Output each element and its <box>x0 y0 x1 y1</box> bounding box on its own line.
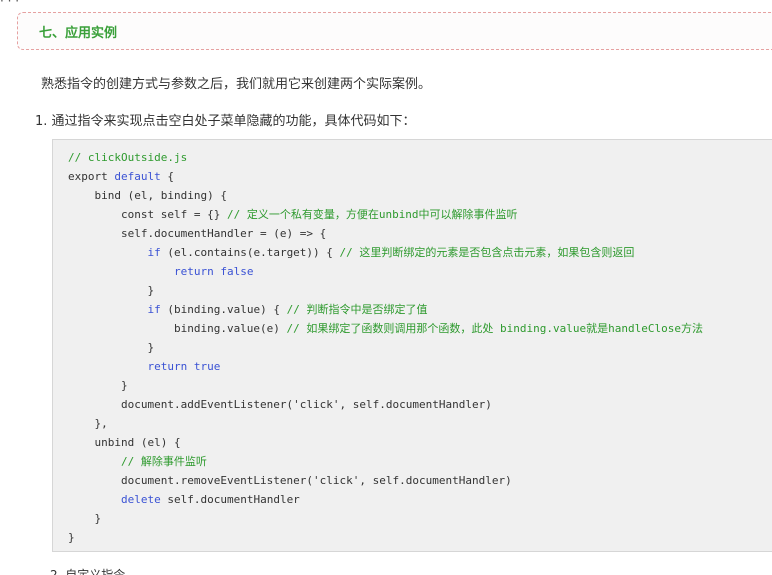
code-line: } <box>68 338 154 357</box>
code-comment: // 解除事件监听 <box>120 455 207 468</box>
code-keyword: default <box>114 170 161 183</box>
code-text: (el.contains(e.target)) { <box>160 246 340 259</box>
code-comment: // 如果绑定了函数则调用那个函数，此处 binding.value就是hand… <box>286 322 703 335</box>
code-text: } <box>68 341 155 354</box>
list-item-2: 2. 自定义指令 <box>50 568 126 575</box>
cropped-top-text: · · · <box>0 0 20 8</box>
code-line: bind (el, binding) { <box>68 186 227 205</box>
code-line: return false <box>68 262 253 281</box>
code-line: } <box>68 528 75 547</box>
code-line: const self = {} // 定义一个私有变量，方便在unbind中可以… <box>68 205 518 224</box>
code-keyword: if <box>147 303 161 316</box>
code-text: } <box>68 284 155 297</box>
code-line: // clickOutside.js <box>68 148 187 167</box>
code-text: { <box>160 170 174 183</box>
code-line: unbind (el) { <box>68 433 181 452</box>
code-text: self.documentHandler = (e) => { <box>68 227 327 240</box>
code-block: // clickOutside.js export default { bind … <box>52 139 772 552</box>
code-text: self.documentHandler <box>160 493 300 506</box>
code-text: binding.value(e) <box>68 322 287 335</box>
code-text: document.removeEventListener('click', se… <box>68 474 512 487</box>
code-keyword: return true <box>147 360 221 373</box>
article-page: · · · 七、应用实例 熟悉指令的创建方式与参数之后，我们就用它来创建两个实际… <box>0 0 772 575</box>
code-line: // 解除事件监听 <box>68 452 207 471</box>
code-text: (binding.value) { <box>160 303 287 316</box>
code-text: unbind (el) { <box>68 436 181 449</box>
code-line: self.documentHandler = (e) => { <box>68 224 326 243</box>
code-comment: // 判断指令中是否绑定了值 <box>286 303 428 316</box>
code-line: if (binding.value) { // 判断指令中是否绑定了值 <box>68 300 427 319</box>
code-line: if (el.contains(e.target)) { // 这里判断绑定的元… <box>68 243 634 262</box>
code-line: delete self.documentHandler <box>68 490 300 509</box>
code-line: binding.value(e) // 如果绑定了函数则调用那个函数，此处 bi… <box>68 319 703 338</box>
code-text: bind (el, binding) { <box>68 189 227 202</box>
code-line: }, <box>68 414 108 433</box>
list-item-1: 1. 通过指令来实现点击空白处子菜单隐藏的功能，具体代码如下： <box>35 114 416 129</box>
section-heading-title: 七、应用实例 <box>39 26 118 41</box>
code-line: document.addEventListener('click', self.… <box>68 395 492 414</box>
code-text: } <box>68 512 102 525</box>
code-line: } <box>68 509 101 528</box>
code-comment: // clickOutside.js <box>68 151 188 164</box>
code-keyword: return false <box>173 265 254 278</box>
intro-paragraph: 熟悉指令的创建方式与参数之后，我们就用它来创建两个实际案例。 <box>41 77 432 92</box>
code-text: } <box>68 379 128 392</box>
code-text: } <box>68 531 75 544</box>
code-line: document.removeEventListener('click', se… <box>68 471 512 490</box>
code-line: } <box>68 281 154 300</box>
code-line: } <box>68 376 128 395</box>
code-text: const self = {} <box>68 208 227 221</box>
code-comment: // 这里判断绑定的元素是否包含点击元素，如果包含则返回 <box>339 246 635 259</box>
code-text: }, <box>68 417 108 430</box>
code-line: return true <box>68 357 220 376</box>
section-heading-box: 七、应用实例 <box>17 12 772 50</box>
code-comment: // 定义一个私有变量，方便在unbind中可以解除事件监听 <box>226 208 518 221</box>
code-keyword: delete <box>120 493 161 506</box>
code-text: export <box>68 170 115 183</box>
code-text: document.addEventListener('click', self.… <box>68 398 492 411</box>
code-line: export default { <box>68 167 174 186</box>
code-keyword: if <box>147 246 161 259</box>
